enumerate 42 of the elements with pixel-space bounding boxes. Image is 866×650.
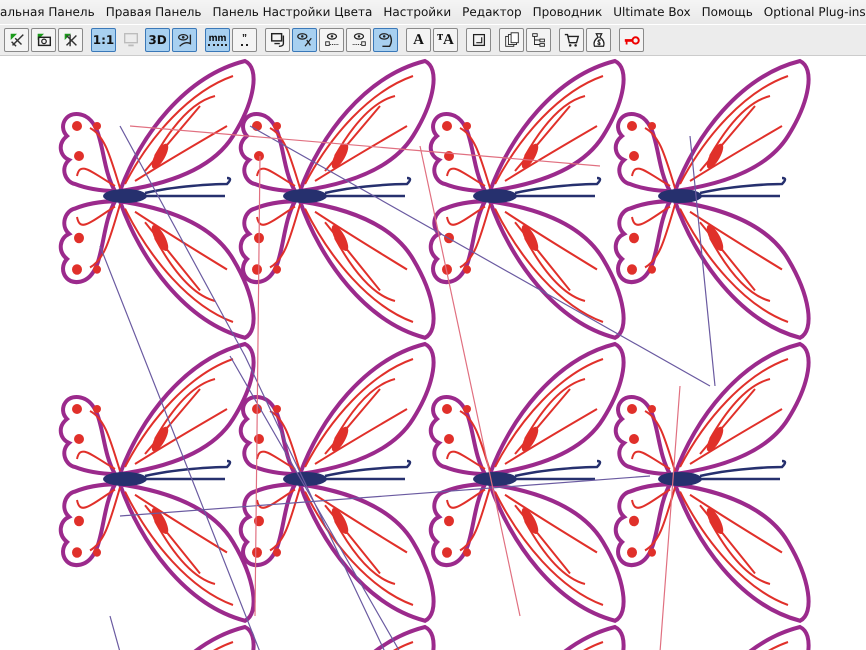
monitor-arrow-icon (268, 31, 286, 49)
menu-item[interactable]: Optional Plug-ins (758, 5, 866, 19)
toolbar-button[interactable] (346, 28, 371, 52)
toolbar-button[interactable] (31, 28, 56, 52)
monitor-icon (122, 31, 140, 49)
toolbar-button[interactable] (58, 28, 83, 52)
toolbar-button[interactable] (319, 28, 344, 52)
toolbar-button[interactable] (172, 28, 197, 52)
menu-item[interactable]: Помощь (696, 5, 759, 19)
menu-item[interactable]: альная Панель (0, 5, 101, 19)
menu-item[interactable]: Правая Панель (100, 5, 208, 19)
toolbar-button[interactable] (526, 28, 551, 52)
toolbar-button[interactable] (373, 28, 398, 52)
toolbar-button[interactable] (586, 28, 611, 52)
eye-icon (176, 31, 194, 49)
toolbar-button[interactable] (499, 28, 524, 52)
menu-item[interactable]: Проводник (528, 5, 608, 19)
toolbar-button[interactable] (265, 28, 290, 52)
toolbar-button[interactable] (466, 28, 491, 52)
shopping-cart-icon (562, 31, 580, 49)
menu-item[interactable]: Редактор (457, 5, 528, 19)
toolbar-button[interactable]: 3D (145, 28, 170, 52)
toolbar-button[interactable]: 1:1 (91, 28, 116, 52)
crossed-lines-icon (62, 31, 80, 49)
menu-item[interactable]: Панель Настройки Цвета (208, 5, 378, 19)
toolbar-button[interactable]: mm (205, 28, 230, 52)
toolbar-button[interactable] (292, 28, 317, 52)
toolbar-button[interactable] (559, 28, 584, 52)
toolbar-button[interactable]: ᵀA (433, 28, 458, 52)
camera-icon (34, 31, 52, 49)
menu-item[interactable]: Настройки (378, 5, 458, 19)
eye-bracket-icon (376, 31, 394, 49)
menu-item[interactable]: Ultimate Box (608, 5, 697, 19)
tree-icon (530, 31, 548, 49)
toolbar-button[interactable]: ” (232, 28, 257, 52)
pages-icon (502, 31, 520, 49)
toolbar-button[interactable] (4, 28, 29, 52)
eye-dots-icon (322, 31, 340, 49)
needle-icon (8, 31, 26, 49)
eye-scissors-icon (296, 31, 314, 49)
eye-line-icon (350, 31, 368, 49)
toolbar-button[interactable]: A (406, 28, 431, 52)
